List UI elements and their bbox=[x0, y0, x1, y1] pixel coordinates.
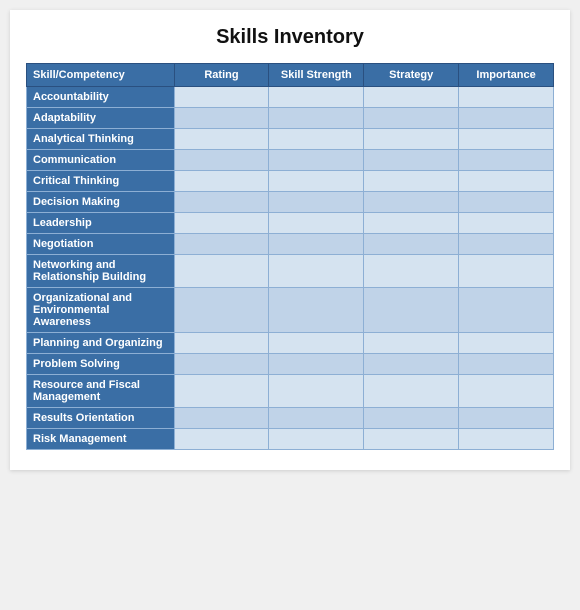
data-cell[interactable] bbox=[364, 255, 459, 288]
page-container: Skills Inventory Skill/Competency Rating… bbox=[10, 10, 570, 470]
data-cell[interactable] bbox=[269, 150, 364, 171]
data-cell[interactable] bbox=[364, 150, 459, 171]
skill-name-cell: Analytical Thinking bbox=[27, 129, 175, 150]
data-cell[interactable] bbox=[269, 408, 364, 429]
data-cell[interactable] bbox=[364, 87, 459, 108]
data-cell[interactable] bbox=[174, 255, 269, 288]
data-cell[interactable] bbox=[174, 108, 269, 129]
data-cell[interactable] bbox=[459, 429, 554, 450]
col-header-rating: Rating bbox=[174, 64, 269, 87]
data-cell[interactable] bbox=[459, 408, 554, 429]
data-cell[interactable] bbox=[269, 192, 364, 213]
data-cell[interactable] bbox=[174, 87, 269, 108]
table-row: Resource and Fiscal Management bbox=[27, 375, 554, 408]
table-row: Planning and Organizing bbox=[27, 333, 554, 354]
data-cell[interactable] bbox=[364, 354, 459, 375]
data-cell[interactable] bbox=[174, 234, 269, 255]
data-cell[interactable] bbox=[364, 429, 459, 450]
col-header-strength: Skill Strength bbox=[269, 64, 364, 87]
data-cell[interactable] bbox=[174, 288, 269, 333]
data-cell[interactable] bbox=[364, 192, 459, 213]
data-cell[interactable] bbox=[174, 333, 269, 354]
data-cell[interactable] bbox=[174, 171, 269, 192]
data-cell[interactable] bbox=[459, 192, 554, 213]
data-cell[interactable] bbox=[459, 150, 554, 171]
data-cell[interactable] bbox=[174, 213, 269, 234]
skill-name-cell: Risk Management bbox=[27, 429, 175, 450]
data-cell[interactable] bbox=[364, 213, 459, 234]
data-cell[interactable] bbox=[174, 354, 269, 375]
data-cell[interactable] bbox=[459, 375, 554, 408]
table-row: Leadership bbox=[27, 213, 554, 234]
table-row: Critical Thinking bbox=[27, 171, 554, 192]
table-row: Risk Management bbox=[27, 429, 554, 450]
col-header-importance: Importance bbox=[459, 64, 554, 87]
skill-name-cell: Negotiation bbox=[27, 234, 175, 255]
table-row: Problem Solving bbox=[27, 354, 554, 375]
data-cell[interactable] bbox=[269, 171, 364, 192]
data-cell[interactable] bbox=[459, 213, 554, 234]
data-cell[interactable] bbox=[269, 129, 364, 150]
skill-name-cell: Leadership bbox=[27, 213, 175, 234]
data-cell[interactable] bbox=[174, 408, 269, 429]
data-cell[interactable] bbox=[364, 408, 459, 429]
table-row: Results Orientation bbox=[27, 408, 554, 429]
data-cell[interactable] bbox=[459, 255, 554, 288]
col-header-strategy: Strategy bbox=[364, 64, 459, 87]
page-title: Skills Inventory bbox=[26, 26, 554, 49]
data-cell[interactable] bbox=[269, 87, 364, 108]
data-cell[interactable] bbox=[269, 108, 364, 129]
data-cell[interactable] bbox=[364, 333, 459, 354]
skill-name-cell: Decision Making bbox=[27, 192, 175, 213]
data-cell[interactable] bbox=[174, 150, 269, 171]
table-row: Adaptability bbox=[27, 108, 554, 129]
skill-name-cell: Planning and Organizing bbox=[27, 333, 175, 354]
table-header-row: Skill/Competency Rating Skill Strength S… bbox=[27, 64, 554, 87]
data-cell[interactable] bbox=[459, 288, 554, 333]
data-cell[interactable] bbox=[269, 375, 364, 408]
table-row: Negotiation bbox=[27, 234, 554, 255]
table-row: Decision Making bbox=[27, 192, 554, 213]
data-cell[interactable] bbox=[459, 354, 554, 375]
skill-name-cell: Adaptability bbox=[27, 108, 175, 129]
data-cell[interactable] bbox=[459, 129, 554, 150]
data-cell[interactable] bbox=[364, 171, 459, 192]
data-cell[interactable] bbox=[174, 375, 269, 408]
data-cell[interactable] bbox=[459, 333, 554, 354]
skill-name-cell: Critical Thinking bbox=[27, 171, 175, 192]
data-cell[interactable] bbox=[459, 108, 554, 129]
skill-name-cell: Networking and Relationship Building bbox=[27, 255, 175, 288]
data-cell[interactable] bbox=[364, 375, 459, 408]
data-cell[interactable] bbox=[269, 354, 364, 375]
data-cell[interactable] bbox=[269, 255, 364, 288]
data-cell[interactable] bbox=[174, 192, 269, 213]
table-row: Communication bbox=[27, 150, 554, 171]
data-cell[interactable] bbox=[459, 87, 554, 108]
data-cell[interactable] bbox=[269, 429, 364, 450]
skill-name-cell: Communication bbox=[27, 150, 175, 171]
table-row: Accountability bbox=[27, 87, 554, 108]
data-cell[interactable] bbox=[269, 288, 364, 333]
skill-name-cell: Organizational and Environmental Awarene… bbox=[27, 288, 175, 333]
data-cell[interactable] bbox=[269, 333, 364, 354]
data-cell[interactable] bbox=[364, 108, 459, 129]
data-cell[interactable] bbox=[364, 234, 459, 255]
skill-name-cell: Problem Solving bbox=[27, 354, 175, 375]
data-cell[interactable] bbox=[459, 171, 554, 192]
skill-name-cell: Results Orientation bbox=[27, 408, 175, 429]
data-cell[interactable] bbox=[174, 129, 269, 150]
skill-name-cell: Accountability bbox=[27, 87, 175, 108]
table-row: Organizational and Environmental Awarene… bbox=[27, 288, 554, 333]
table-row: Analytical Thinking bbox=[27, 129, 554, 150]
skills-table: Skill/Competency Rating Skill Strength S… bbox=[26, 63, 554, 450]
data-cell[interactable] bbox=[459, 234, 554, 255]
data-cell[interactable] bbox=[364, 288, 459, 333]
table-row: Networking and Relationship Building bbox=[27, 255, 554, 288]
data-cell[interactable] bbox=[269, 234, 364, 255]
col-header-skill: Skill/Competency bbox=[27, 64, 175, 87]
skill-name-cell: Resource and Fiscal Management bbox=[27, 375, 175, 408]
data-cell[interactable] bbox=[364, 129, 459, 150]
data-cell[interactable] bbox=[174, 429, 269, 450]
data-cell[interactable] bbox=[269, 213, 364, 234]
